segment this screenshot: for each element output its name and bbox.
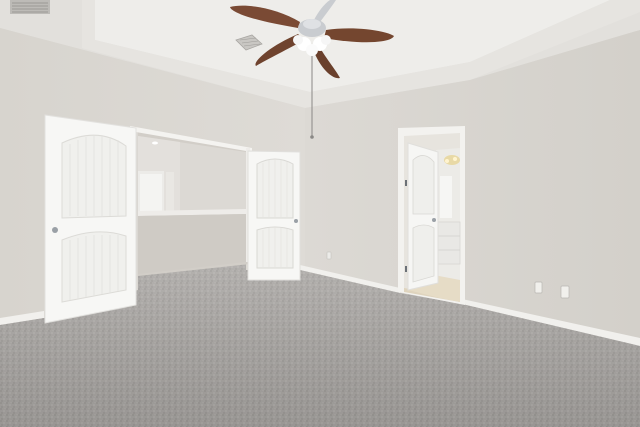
- bathroom-door[interactable]: [405, 142, 439, 291]
- closet-opening: [130, 126, 252, 276]
- double-door-right[interactable]: [247, 150, 301, 281]
- door-knob[interactable]: [52, 227, 58, 233]
- door-knob[interactable]: [432, 218, 436, 222]
- outlet-icon: [534, 281, 543, 294]
- fan-light-icon: [306, 44, 318, 56]
- bedroom-scene: [0, 0, 640, 427]
- outlet-icon: [326, 251, 332, 260]
- bathroom-light-icon: [444, 155, 460, 165]
- double-door-left[interactable]: [44, 114, 137, 324]
- outlet-icon: [560, 285, 570, 299]
- air-vent-corner: [10, 0, 50, 14]
- door-knob[interactable]: [294, 219, 298, 223]
